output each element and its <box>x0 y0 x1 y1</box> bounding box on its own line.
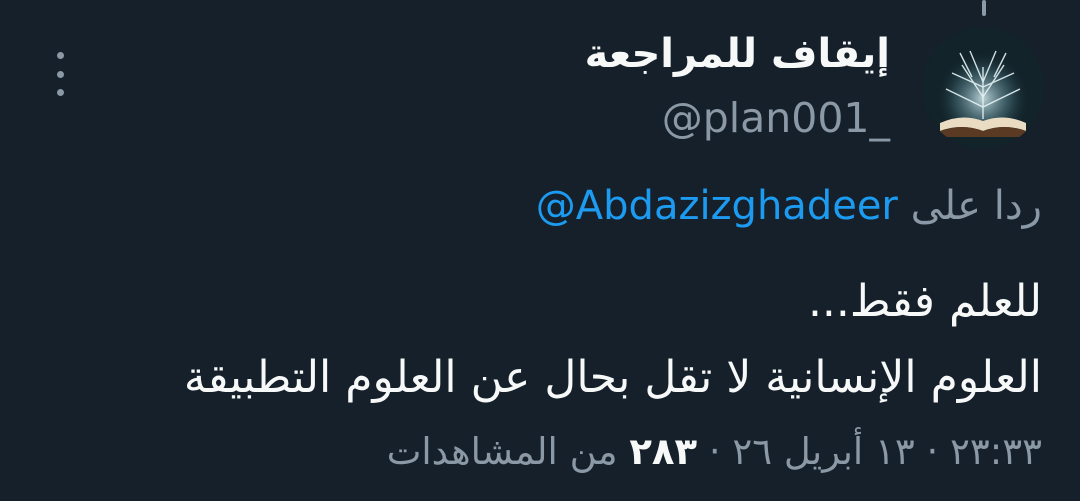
tweet-date[interactable]: ١٣ أبريل ٢٦ <box>732 430 914 473</box>
book-tree-icon <box>922 27 1044 149</box>
more-vertical-icon-dot <box>56 70 64 78</box>
tweet-text-line: العلوم الإنسانية لا تقل بحال عن العلوم ا… <box>183 352 1042 403</box>
views-label: من المشاهدات <box>386 430 618 473</box>
reply-label: ردا على <box>910 183 1042 229</box>
tweet-view: إيقاف للمراجعة @plan001_ ردا على @Abdazi… <box>0 0 1080 501</box>
reply-target-link[interactable]: @Abdazizghadeer <box>536 183 898 229</box>
avatar[interactable] <box>922 27 1044 149</box>
more-vertical-icon-dot <box>56 52 64 59</box>
meta-separator: · <box>926 430 939 473</box>
tweet-meta: ٢٣:٣٣ · ١٣ أبريل ٢٦ · ٢٨٣ من المشاهدات <box>387 424 1042 480</box>
views-count[interactable]: ٢٨٣ <box>629 430 697 473</box>
tweet-time[interactable]: ٢٣:٣٣ <box>950 430 1042 473</box>
more-options-button[interactable] <box>46 52 74 96</box>
tweet-text: للعلم فقط... العلوم الإنسانية لا تقل بحا… <box>42 264 1042 416</box>
reply-context: ردا على @Abdazizghadeer <box>536 178 1042 234</box>
thread-connector-line <box>982 0 986 16</box>
author-display-name[interactable]: إيقاف للمراجعة <box>585 26 890 82</box>
more-vertical-icon-dot <box>56 89 64 96</box>
author-handle[interactable]: @plan001_ <box>662 90 890 146</box>
tweet-text-line: للعلم فقط... <box>807 276 1042 327</box>
meta-separator: · <box>708 430 721 473</box>
